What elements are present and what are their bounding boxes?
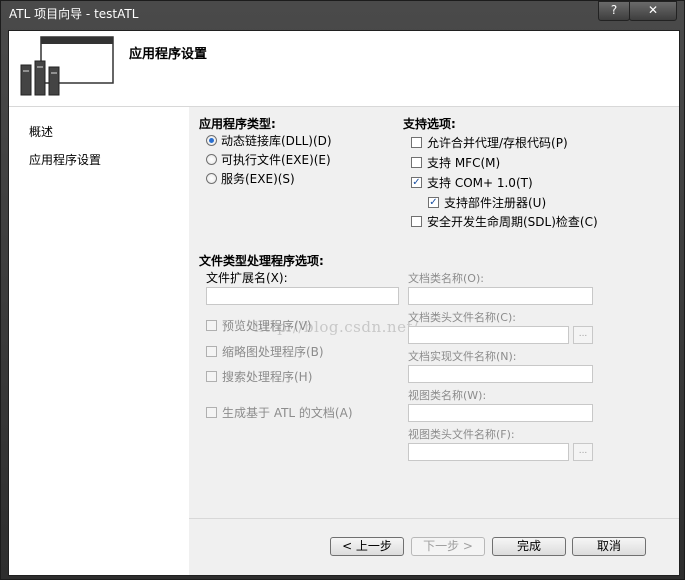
nav-item-overview[interactable]: 概述 — [29, 123, 53, 140]
nav-item-app-settings[interactable]: 应用程序设置 — [29, 151, 101, 168]
doc-header-browse[interactable]: ... — [573, 326, 593, 344]
banner: 应用程序设置 — [9, 31, 679, 107]
check-atl-doc-box[interactable] — [206, 407, 217, 418]
dialog-client: 应用程序设置 概述 应用程序设置 应用程序类型: 动态链接库(DLL)(D) 可… — [8, 30, 680, 576]
radio-exe-label: 可执行文件(EXE)(E) — [221, 153, 331, 167]
support-title: 支持选项: — [403, 117, 456, 131]
radio-dll-control[interactable] — [206, 135, 217, 146]
check-preview-label: 预览处理程序(V) — [222, 319, 312, 333]
check-search-box[interactable] — [206, 371, 217, 382]
settings-pane: 应用程序类型: 动态链接库(DLL)(D) 可执行文件(EXE)(E) 服务(E… — [189, 107, 679, 575]
check-mfc-label: 支持 MFC(M) — [427, 156, 501, 170]
help-button[interactable]: ? — [598, 1, 630, 21]
check-complus-label: 支持 COM+ 1.0(T) — [427, 176, 533, 190]
view-class-input[interactable] — [408, 404, 593, 422]
doc-header-label: 文档类头文件名称(C): — [408, 311, 516, 324]
window-title: ATL 项目向导 - testATL — [9, 7, 139, 21]
check-atl-doc-label: 生成基于 ATL 的文档(A) — [222, 406, 353, 420]
close-button[interactable]: ✕ — [629, 1, 677, 21]
check-preview-box[interactable] — [206, 320, 217, 331]
check-registrar-label: 支持部件注册器(U) — [444, 196, 547, 210]
check-mfc-box[interactable] — [411, 157, 422, 168]
check-sdl-box[interactable] — [411, 216, 422, 227]
ext-input[interactable] — [206, 287, 399, 305]
check-complus-box[interactable]: ✓ — [411, 177, 422, 188]
app-type-title: 应用程序类型: — [199, 117, 276, 131]
radio-service-label: 服务(EXE)(S) — [221, 172, 295, 186]
check-complus[interactable]: ✓ 支持 COM+ 1.0(T) — [411, 174, 533, 191]
check-mfc[interactable]: 支持 MFC(M) — [411, 154, 500, 171]
check-sdl[interactable]: 安全开发生命周期(SDL)检查(C) — [411, 213, 598, 230]
doc-impl-input[interactable] — [408, 365, 593, 383]
radio-service[interactable]: 服务(EXE)(S) — [206, 170, 295, 187]
doc-class-input[interactable] — [408, 287, 593, 305]
doc-class-label: 文档类名称(O): — [408, 272, 484, 285]
button-separator — [189, 518, 679, 519]
check-search[interactable]: 搜索处理程序(H) — [206, 368, 312, 385]
next-button[interactable]: 下一步 > — [411, 537, 485, 556]
back-button[interactable]: < 上一步 — [330, 537, 404, 556]
radio-exe[interactable]: 可执行文件(EXE)(E) — [206, 151, 331, 168]
check-registrar[interactable]: ✓ 支持部件注册器(U) — [428, 194, 546, 211]
check-search-label: 搜索处理程序(H) — [222, 370, 313, 384]
app-settings-icon — [20, 36, 114, 96]
finish-button[interactable]: 完成 — [492, 537, 566, 556]
doc-header-input[interactable] — [408, 326, 569, 344]
nav-pane: 概述 应用程序设置 — [9, 107, 189, 575]
view-class-label: 视图类名称(W): — [408, 389, 487, 402]
check-atl-doc[interactable]: 生成基于 ATL 的文档(A) — [206, 404, 353, 421]
check-registrar-box[interactable]: ✓ — [428, 197, 439, 208]
ext-label: 文件扩展名(X): — [206, 271, 288, 285]
radio-dll-label: 动态链接库(DLL)(D) — [221, 134, 332, 148]
filetype-title: 文件类型处理程序选项: — [199, 254, 324, 268]
check-merge-proxy[interactable]: 允许合并代理/存根代码(P) — [411, 134, 568, 151]
title-bar: ATL 项目向导 - testATL ? ✕ — [1, 1, 685, 29]
banner-title: 应用程序设置 — [129, 47, 208, 62]
check-sdl-label: 安全开发生命周期(SDL)检查(C) — [427, 215, 598, 229]
check-merge-proxy-box[interactable] — [411, 137, 422, 148]
check-thumbnail-label: 缩略图处理程序(B) — [222, 345, 324, 359]
wizard-window: ATL 项目向导 - testATL ? ✕ 应用程序设置 概述 应用程序设置 … — [0, 0, 685, 580]
radio-dll[interactable]: 动态链接库(DLL)(D) — [206, 132, 332, 149]
check-thumbnail[interactable]: 缩略图处理程序(B) — [206, 343, 324, 360]
radio-exe-control[interactable] — [206, 154, 217, 165]
check-thumbnail-box[interactable] — [206, 346, 217, 357]
radio-service-control[interactable] — [206, 173, 217, 184]
check-merge-proxy-label: 允许合并代理/存根代码(P) — [427, 136, 568, 150]
doc-impl-label: 文档实现文件名称(N): — [408, 350, 517, 363]
view-header-input[interactable] — [408, 443, 569, 461]
check-preview[interactable]: 预览处理程序(V) — [206, 317, 312, 334]
view-header-label: 视图类头文件名称(F): — [408, 428, 515, 441]
view-header-browse[interactable]: ... — [573, 443, 593, 461]
cancel-button[interactable]: 取消 — [572, 537, 646, 556]
